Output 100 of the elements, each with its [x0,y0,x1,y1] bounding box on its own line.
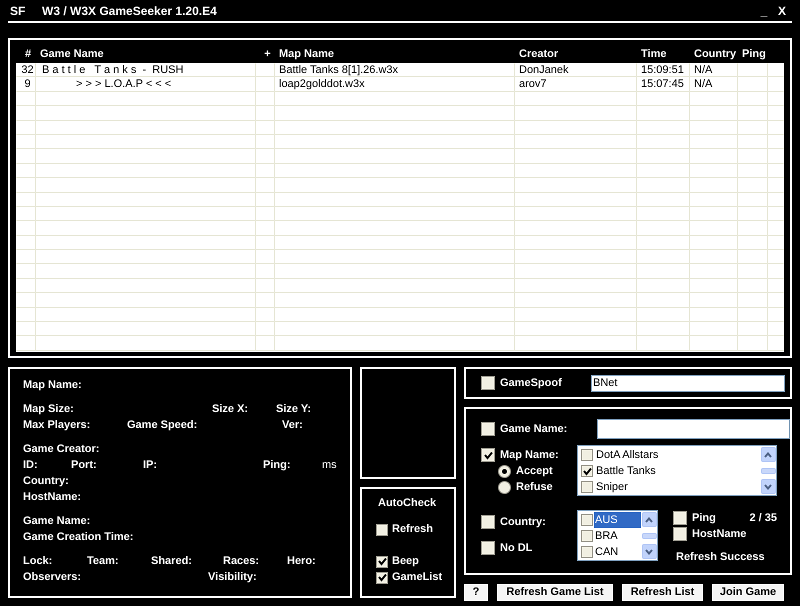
caret-up-icon [645,516,653,522]
field-label: Port: [71,458,97,473]
table-cell: loap2golddot.w3x [275,77,515,91]
checkbox[interactable] [581,465,593,477]
scroll-up-button[interactable] [760,447,776,462]
checkbox[interactable] [581,530,593,542]
column-header[interactable]: # [16,46,36,63]
list-item[interactable]: Sniper [596,478,628,496]
close-button[interactable]: X [774,2,790,20]
field-label: Game Creator: [23,442,100,457]
checkbox[interactable] [376,556,388,568]
scroll-up-button[interactable] [642,512,656,527]
checkbox[interactable] [481,515,495,529]
table-cell: DonJanek [515,63,637,76]
field-label: Size X: [212,402,248,417]
unit-label: ms [322,458,337,473]
caret-down-icon [764,484,772,490]
checkbox[interactable] [376,572,388,584]
column-header[interactable]: Map Name [275,46,515,63]
field-label: Races: [223,554,260,569]
checkbox-label[interactable]: Refresh [392,521,433,538]
country-list[interactable]: AUS BRA CAN [577,510,658,561]
list-item[interactable]: Battle Tanks [596,462,656,480]
list-item[interactable]: DotA Allstars [596,446,658,464]
checkbox-label[interactable]: Beep [392,553,419,570]
checkbox-label[interactable]: HostName [692,526,746,542]
field-label: Map Name: [23,378,82,393]
field-label: Size Y: [276,402,312,417]
button[interactable]: Refresh List [622,584,703,601]
field-label: Team: [87,554,119,569]
checkbox[interactable] [581,449,593,461]
list-item[interactable]: CAN [594,544,641,560]
table-cell: 15:07:45 [637,77,690,91]
field-label: Ver: [282,418,303,433]
list-item[interactable]: AUS [594,512,641,528]
column-header[interactable]: Game Name [36,46,256,63]
button[interactable]: ? [464,584,488,601]
checkbox[interactable] [581,481,593,493]
checkbox[interactable] [581,514,593,526]
checkbox[interactable] [673,527,687,541]
field-label: Hero: [287,554,316,569]
checkbox-label[interactable]: No DL [500,540,532,556]
field-label: Game Creation Time: [23,530,134,545]
field-label: Game Speed: [127,418,198,433]
button[interactable]: Refresh Game List [497,584,613,601]
field-label: IP: [143,458,158,473]
checkbox[interactable] [481,422,495,436]
field-label: ID: [23,458,38,473]
text-field[interactable] [596,419,790,439]
checkbox[interactable] [481,541,495,555]
table-cell: 15:09:51 [637,63,690,76]
scroll-down-button[interactable] [760,479,776,494]
field-label: Visibility: [208,570,257,585]
radio-label[interactable]: Accept [516,462,553,480]
field-label: Game Name: [23,514,90,529]
checkbox-label[interactable]: GameSpoof [500,374,586,392]
scroll-thumb[interactable] [642,532,656,538]
status-text: Refresh Success [676,550,766,565]
text-field[interactable]: BNet [591,374,785,392]
checkbox[interactable] [481,376,495,390]
checkbox[interactable] [581,546,593,558]
checkbox[interactable] [481,448,495,462]
app-label: SF [10,2,26,20]
checkbox-label[interactable]: Game Name: [500,420,592,438]
scroll-thumb[interactable] [760,468,776,474]
field-label: Map Size: [23,402,74,417]
table-cell: > > > L.O.A.P < < < [36,77,256,91]
radio-button[interactable] [498,464,511,478]
column-header[interactable]: Creator [515,46,637,63]
field-label: Max Players: [23,418,90,433]
table-cell: Battle Tanks 8[1].26.w3x [275,63,515,76]
minimize-button[interactable]: _ [756,2,772,20]
field-label: Ping: [263,458,290,473]
checkbox[interactable] [376,524,388,536]
column-header[interactable]: Time [637,46,690,63]
field-label: Country: [23,474,69,489]
field-label: Observers: [23,570,82,585]
group-title: AutoCheck [378,496,438,511]
radio-label[interactable]: Refuse [516,478,553,496]
radio-button[interactable] [498,480,511,494]
table-cell: 32 [16,63,36,76]
table-cell: N/A [690,63,738,76]
checkbox-label[interactable]: Ping [692,510,744,526]
field-label: Lock: [23,554,52,569]
checkbox-label[interactable]: Country: [500,514,546,530]
caret-up-icon [764,452,772,458]
column-header[interactable]: Ping [738,46,768,63]
column-header[interactable]: Country [690,46,738,63]
checkbox-label[interactable]: Map Name: [500,446,559,464]
button[interactable]: Join Game [712,584,784,601]
field-label: HostName: [23,490,82,505]
scroll-down-button[interactable] [642,544,656,559]
window-title: W3 / W3X GameSeeker 1.20.E4 [42,2,218,20]
map-list[interactable]: DotA Allstars Battle Tanks Sniper [577,445,777,496]
checkbox[interactable] [673,511,687,525]
list-item[interactable]: BRA [594,528,641,544]
column-header[interactable]: + [256,46,275,63]
checkbox-label[interactable]: GameList [392,569,442,586]
field-label: Shared: [151,554,192,569]
caret-down-icon [645,548,653,554]
